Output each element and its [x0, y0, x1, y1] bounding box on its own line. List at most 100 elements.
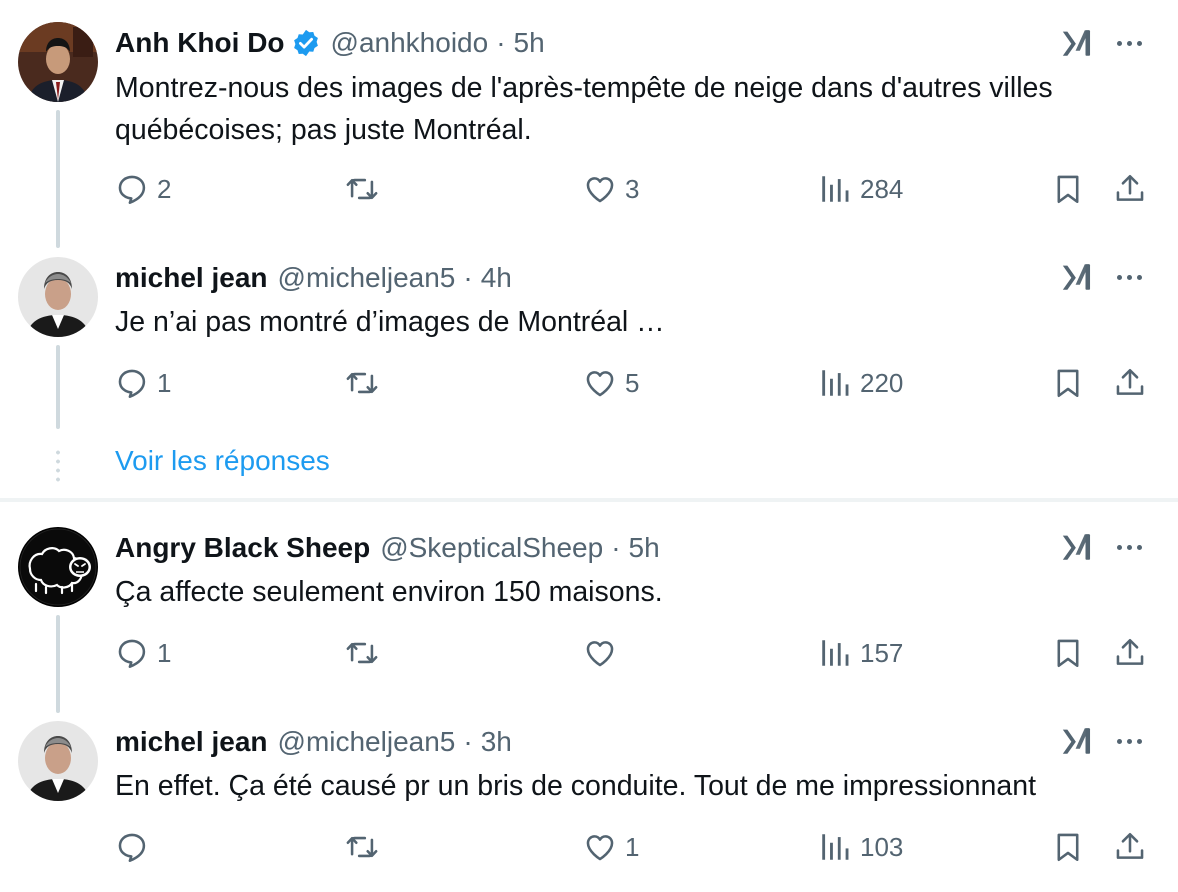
more-icon[interactable]	[1112, 26, 1146, 60]
reply-button[interactable]: 1	[115, 366, 171, 400]
tweet-header: michel jean @micheljean5 · 3h	[115, 722, 1058, 762]
thread-dotted-line	[56, 448, 60, 484]
reply-button[interactable]: 1	[115, 636, 171, 670]
bookmark-icon	[1051, 366, 1085, 400]
tweet-4[interactable]: michel jean @micheljean5 · 3h En effet. …	[0, 714, 1178, 892]
author-handle[interactable]: @SkepticalSheep	[380, 532, 603, 564]
action-bar: 1 157	[115, 636, 1148, 676]
reply-icon	[115, 366, 149, 400]
bookmark-button[interactable]	[1051, 366, 1085, 400]
share-button[interactable]	[1113, 636, 1147, 670]
heart-icon	[583, 830, 617, 864]
share-button[interactable]	[1113, 366, 1147, 400]
share-icon	[1113, 172, 1147, 206]
reply-button[interactable]	[115, 830, 157, 864]
views-icon	[818, 830, 852, 864]
like-count: 1	[625, 831, 640, 862]
reply-count: 1	[157, 637, 172, 668]
author-name[interactable]: michel jean	[115, 726, 268, 758]
retweet-icon	[345, 366, 379, 400]
action-bar: 2 3 284	[115, 172, 1148, 212]
like-button[interactable]: 5	[583, 366, 639, 400]
separator-dot: ·	[463, 726, 473, 757]
action-bar: 1 103	[115, 830, 1148, 870]
views-count: 220	[860, 367, 904, 398]
tweet-header: Angry Black Sheep @SkepticalSheep · 5h	[115, 528, 1058, 568]
like-button[interactable]: 3	[583, 172, 639, 206]
heart-icon	[583, 172, 617, 206]
reply-button[interactable]: 2	[115, 172, 171, 206]
separator-dot: ·	[496, 27, 506, 58]
more-icon[interactable]	[1112, 530, 1146, 564]
grok-icon[interactable]	[1060, 26, 1094, 60]
share-icon	[1113, 830, 1147, 864]
heart-icon	[583, 366, 617, 400]
views-button[interactable]: 284	[818, 172, 903, 206]
retweet-button[interactable]	[345, 830, 379, 864]
separator-dot: ·	[463, 262, 473, 293]
reply-icon	[115, 830, 149, 864]
retweet-icon	[345, 830, 379, 864]
timestamp[interactable]: 3h	[481, 726, 512, 758]
bookmark-button[interactable]	[1051, 172, 1085, 206]
like-button[interactable]: 1	[583, 830, 639, 864]
avatar[interactable]	[18, 721, 98, 801]
divider	[0, 498, 1178, 502]
author-name[interactable]: Angry Black Sheep	[115, 532, 370, 564]
retweet-button[interactable]	[345, 636, 379, 670]
retweet-button[interactable]	[345, 366, 379, 400]
timestamp[interactable]: 5h	[629, 532, 660, 564]
bookmark-button[interactable]	[1051, 636, 1085, 670]
views-count: 157	[860, 637, 904, 668]
share-icon	[1113, 366, 1147, 400]
timestamp[interactable]: 5h	[514, 27, 545, 59]
bookmark-button[interactable]	[1051, 830, 1085, 864]
tweet-1[interactable]: Anh Khoi Do @anhkhoido · 5h Montrez-nous…	[0, 0, 1178, 250]
grok-icon[interactable]	[1060, 530, 1094, 564]
views-count: 284	[860, 173, 904, 204]
share-icon	[1113, 636, 1147, 670]
bookmark-icon	[1051, 172, 1085, 206]
tweet-2[interactable]: michel jean @micheljean5 · 4h Je n’ai pa…	[0, 250, 1178, 440]
bookmark-icon	[1051, 636, 1085, 670]
author-handle[interactable]: @micheljean5	[278, 262, 456, 294]
bookmark-icon	[1051, 830, 1085, 864]
views-button[interactable]: 103	[818, 830, 903, 864]
more-icon[interactable]	[1112, 260, 1146, 294]
views-icon	[818, 366, 852, 400]
grok-icon[interactable]	[1060, 724, 1094, 758]
views-icon	[818, 636, 852, 670]
reply-icon	[115, 172, 149, 206]
author-name[interactable]: Anh Khoi Do	[115, 27, 285, 59]
verified-badge-icon	[291, 28, 321, 58]
timestamp[interactable]: 4h	[481, 262, 512, 294]
avatar[interactable]	[18, 257, 98, 337]
show-replies-link[interactable]: Voir les réponses	[115, 445, 330, 477]
tweet-text: En effet. Ça été causé pr un bris de con…	[115, 770, 1037, 802]
retweet-button[interactable]	[345, 172, 379, 206]
heart-icon	[583, 636, 617, 670]
tweet-text: Je n’ai pas montré d’images de Montréal …	[115, 306, 665, 338]
share-button[interactable]	[1113, 172, 1147, 206]
avatar[interactable]	[18, 22, 98, 102]
reply-count: 2	[157, 173, 172, 204]
tweet-header: michel jean @micheljean5 · 4h	[115, 258, 1058, 298]
author-handle[interactable]: @anhkhoido	[331, 27, 489, 59]
like-button[interactable]	[583, 636, 625, 670]
views-count: 103	[860, 831, 904, 862]
reply-count: 1	[157, 367, 172, 398]
separator-dot: ·	[611, 532, 621, 563]
author-name[interactable]: michel jean	[115, 262, 268, 294]
like-count: 5	[625, 367, 640, 398]
tweet-3[interactable]: Angry Black Sheep @SkepticalSheep · 5h Ç…	[0, 520, 1178, 700]
views-button[interactable]: 220	[818, 366, 903, 400]
reply-icon	[115, 636, 149, 670]
grok-icon[interactable]	[1060, 260, 1094, 294]
share-button[interactable]	[1113, 830, 1147, 864]
author-handle[interactable]: @micheljean5	[278, 726, 456, 758]
views-button[interactable]: 157	[818, 636, 903, 670]
retweet-icon	[345, 172, 379, 206]
avatar[interactable]	[18, 527, 98, 607]
more-icon[interactable]	[1112, 724, 1146, 758]
retweet-icon	[345, 636, 379, 670]
